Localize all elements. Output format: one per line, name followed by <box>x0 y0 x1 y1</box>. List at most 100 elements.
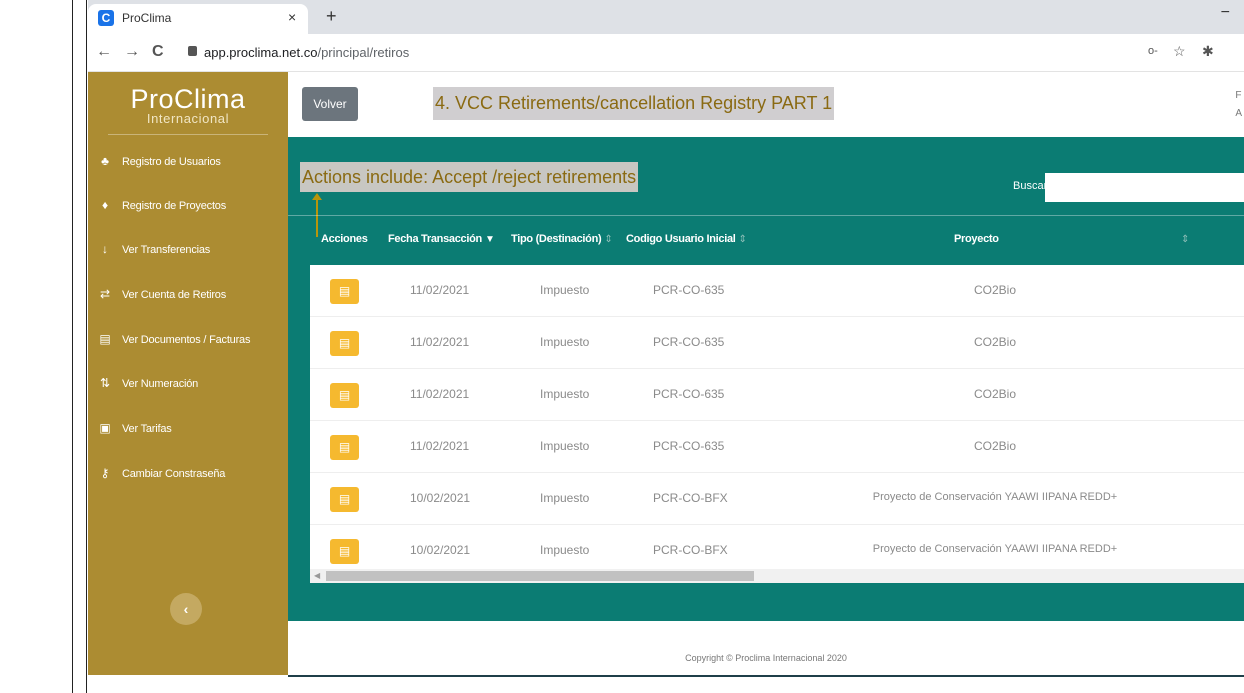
sidebar-item-label: Registro de Usuarios <box>122 156 221 168</box>
sidebar-item-registro-proyectos[interactable]: ♦ Registro de Proyectos <box>88 192 288 222</box>
copyright-text: Copyright © Proclima Internacional 2020 <box>685 653 847 663</box>
table-header: Acciones Fecha Transacción ▼ Tipo (Destin… <box>288 227 1244 255</box>
table-row: ▤ 11/02/2021 Impuesto PCR-CO-635 CO2Bio <box>310 317 1244 369</box>
browser-tab[interactable]: C ProClima × <box>88 4 308 34</box>
sidebar-item-label: Ver Numeración <box>122 378 199 390</box>
sidebar-item-label: Registro de Proyectos <box>122 200 227 212</box>
cell-fecha: 11/02/2021 <box>410 387 470 401</box>
lock-icon <box>188 46 197 56</box>
cell-codigo: PCR-CO-BFX <box>653 543 728 557</box>
row-action-button[interactable]: ▤ <box>330 435 359 460</box>
column-header-proyecto[interactable]: Proyecto <box>954 233 999 245</box>
hand-icon: ♦ <box>101 198 109 212</box>
column-header-codigo[interactable]: Codigo Usuario Inicial ⇕ <box>626 233 747 245</box>
user-info-line-1: F <box>1235 90 1242 101</box>
divider <box>288 215 1244 216</box>
actions-annotation: Actions include: Accept /reject retireme… <box>300 162 639 192</box>
column-header-label: Codigo Usuario Inicial <box>626 233 736 245</box>
sidebar-item-numeracion[interactable]: ⇅ Ver Numeración <box>88 370 288 400</box>
sidebar-item-cambiar-contrasena[interactable]: ⚷ Cambiar Constraseña <box>88 460 288 490</box>
key-icon: ⚷ <box>100 466 110 480</box>
cell-fecha: 11/02/2021 <box>410 283 470 297</box>
row-action-button[interactable]: ▤ <box>330 331 359 356</box>
reload-icon[interactable]: C <box>152 43 164 61</box>
table-row: ▤ 11/02/2021 Impuesto PCR-CO-635 CO2Bio <box>310 421 1244 473</box>
key-icon[interactable]: o- <box>1148 45 1158 57</box>
column-header-tipo[interactable]: Tipo (Destinación) ⇕ <box>511 233 613 245</box>
column-header-proyecto-sort[interactable]: ⇕ <box>1178 233 1189 245</box>
cell-codigo: PCR-CO-635 <box>653 439 725 453</box>
cell-fecha: 10/02/2021 <box>410 491 471 505</box>
sort-icon: ⇕ <box>604 234 613 245</box>
sort-icon: ⇕ <box>1181 234 1190 245</box>
cell-proyecto: CO2Bio <box>973 387 1017 401</box>
app: ProClima Internacional ♣ Registro de Usu… <box>88 72 1244 693</box>
cell-proyecto: CO2Bio <box>973 439 1017 453</box>
sidebar-item-cuenta-retiros[interactable]: ⇄ Ver Cuenta de Retiros <box>88 281 288 311</box>
address-bar: ← → C app.proclima.net.co/principal/reti… <box>88 34 1244 72</box>
logo: ProClima Internacional <box>88 84 288 126</box>
table-row: ▤ 11/02/2021 Impuesto PCR-CO-635 CO2Bio <box>310 369 1244 421</box>
search-label: Buscar <box>1013 180 1048 192</box>
cell-codigo: PCR-CO-635 <box>653 335 725 349</box>
column-header-acciones[interactable]: Acciones <box>321 233 368 245</box>
screenshot-frame: C ProClima × + − ← → C app.proclima.net.… <box>0 0 1244 693</box>
sidebar: ProClima Internacional ♣ Registro de Usu… <box>88 72 288 675</box>
row-action-button[interactable]: ▤ <box>330 539 359 564</box>
sidebar-item-label: Ver Transferencias <box>122 244 211 256</box>
document-icon: ▤ <box>99 332 111 346</box>
extensions-icon[interactable]: ✱ <box>1202 43 1214 60</box>
sidebar-item-label: Cambiar Constraseña <box>122 468 226 480</box>
column-header-fecha[interactable]: Fecha Transacción ▼ <box>388 233 495 245</box>
table-row: ▤ 10/02/2021 Impuesto PCR-CO-BFX Proyect… <box>310 473 1244 525</box>
cell-codigo: PCR-CO-635 <box>653 283 725 297</box>
sidebar-item-tarifas[interactable]: ▣ Ver Tarifas <box>88 415 288 445</box>
url-text: app.proclima.net.co/principal/retiros <box>204 45 409 60</box>
sidebar-item-documentos[interactable]: ▤ Ver Documentos / Facturas <box>88 326 288 356</box>
column-header-label: Fecha Transacción <box>388 233 482 245</box>
star-icon[interactable]: ☆ <box>1173 43 1186 60</box>
row-action-button[interactable]: ▤ <box>330 279 359 304</box>
table-body: ▤ 11/02/2021 Impuesto PCR-CO-635 CO2Bio … <box>310 265 1244 577</box>
exchange-icon: ⇄ <box>99 287 111 301</box>
cell-tipo: Impuesto <box>540 543 590 557</box>
minimize-icon[interactable]: − <box>1221 4 1230 22</box>
footer-divider <box>288 675 1244 677</box>
frame-border-left <box>72 0 73 693</box>
tab-title: ProClima <box>122 11 172 25</box>
cell-codigo: PCR-CO-635 <box>653 387 725 401</box>
url-field[interactable]: app.proclima.net.co/principal/retiros <box>184 40 1184 66</box>
cell-tipo: Impuesto <box>540 387 590 401</box>
favicon-icon: C <box>98 10 114 26</box>
scroll-left-icon[interactable]: ◀ <box>314 571 320 580</box>
collapse-sidebar-button[interactable]: ‹ <box>170 593 202 625</box>
column-header-label: Tipo (Destinación) <box>511 233 602 245</box>
forward-arrow-icon[interactable]: → <box>124 43 140 61</box>
user-info: F A <box>1235 87 1242 123</box>
search-input[interactable] <box>1045 173 1244 202</box>
close-tab-icon[interactable]: × <box>288 9 296 25</box>
row-action-button[interactable]: ▤ <box>330 487 359 512</box>
sidebar-item-transferencias[interactable]: ↓ Ver Transferencias <box>88 236 288 266</box>
new-tab-icon[interactable]: + <box>326 6 337 27</box>
back-arrow-icon[interactable]: ← <box>96 43 112 61</box>
sort-icon: ⇕ <box>738 234 747 245</box>
volver-button[interactable]: Volver <box>302 87 358 121</box>
browser-window: C ProClima × + − ← → C app.proclima.net.… <box>88 0 1244 693</box>
arrow-down-icon: ↓ <box>102 242 108 256</box>
sidebar-item-registro-usuarios[interactable]: ♣ Registro de Usuarios <box>88 148 288 178</box>
tab-bar: C ProClima × + − <box>88 0 1244 34</box>
url-path: /principal/retiros <box>317 45 410 60</box>
sidebar-item-label: Ver Cuenta de Retiros <box>122 289 227 301</box>
main-content: Volver 4. VCC Retirements/cancellation R… <box>288 72 1244 693</box>
cell-proyecto: CO2Bio <box>973 335 1017 349</box>
cell-tipo: Impuesto <box>540 491 590 505</box>
sidebar-bottom <box>88 675 288 693</box>
url-host: app.proclima.net.co <box>204 45 318 60</box>
scrollbar-thumb[interactable] <box>326 571 754 581</box>
logo-sub: Internacional <box>146 111 230 126</box>
user-info-line-2: A <box>1235 108 1242 119</box>
horizontal-scrollbar[interactable]: ◀ <box>310 569 1244 583</box>
row-action-button[interactable]: ▤ <box>330 383 359 408</box>
cell-fecha: 10/02/2021 <box>410 543 471 557</box>
